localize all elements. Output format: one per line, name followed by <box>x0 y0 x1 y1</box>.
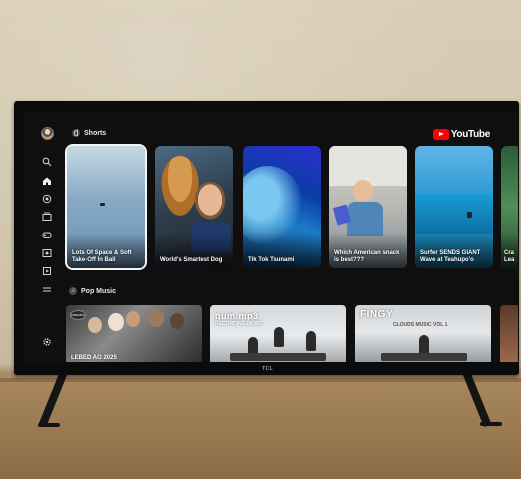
youtube-wordmark: YouTube <box>450 129 491 140</box>
short-card[interactable]: Surfer SENDS GIANT Wave at Teahupo'o <box>415 146 493 268</box>
youtube-play-icon <box>432 129 449 140</box>
gaming-icon[interactable] <box>42 230 52 240</box>
pop-music-section-header: ♫ Pop Music <box>69 287 116 295</box>
surfer-silhouette <box>100 203 105 206</box>
music-video-card[interactable]: FINGY CLOUDS MUSIC VOL 1 <box>355 305 491 362</box>
short-title: Lots Of Space & Soft Take-Off In Bali <box>72 250 132 263</box>
short-title: Surfer SENDS GIANT Wave at Teahupo'o <box>420 250 481 263</box>
sidebar <box>24 112 64 362</box>
library-icon[interactable] <box>42 266 52 276</box>
music-video-card[interactable] <box>500 305 518 362</box>
music-video-subtitle: CLOUDS MUSIC VOL 1 <box>393 322 448 328</box>
music-video-title: FINGY <box>360 309 394 320</box>
music-icon[interactable] <box>42 248 52 258</box>
short-title: Cra Lea <box>504 250 515 263</box>
short-card[interactable]: Cra Lea <box>501 146 518 268</box>
music-channel-icon: ♫ <box>69 287 77 295</box>
shorts-heading: Shorts <box>84 129 107 137</box>
search-icon[interactable] <box>42 157 52 167</box>
menu-icon[interactable] <box>42 285 52 295</box>
youtube-logo: YouTube <box>432 129 491 140</box>
music-video-title: gum.mp3 <box>215 311 259 321</box>
tv-brand-logo: TCL <box>262 366 274 372</box>
short-card[interactable]: Which American snack is best??? <box>329 146 407 268</box>
event-badge: FRIENDS <box>70 310 86 320</box>
home-icon[interactable] <box>42 176 52 186</box>
subscriptions-icon[interactable] <box>42 212 52 222</box>
kid-thumbnail <box>353 180 373 202</box>
tv-stand-left-foot <box>38 423 60 427</box>
account-avatar[interactable] <box>41 127 54 140</box>
shorts-logo-icon <box>72 129 80 137</box>
crowd-thumbnail <box>108 313 124 331</box>
short-title: Tik Tok Tsunami <box>248 257 295 263</box>
youtube-tv-screen: Shorts YouTube Lots Of Space & Soft Take… <box>24 112 518 362</box>
shorts-icon[interactable] <box>42 194 52 204</box>
floor <box>0 378 521 479</box>
music-video-card[interactable]: gum.mp3 RECORDING MUSIC <box>210 305 346 362</box>
dj-desk <box>230 353 326 361</box>
short-card[interactable]: Lots Of Space & Soft Take-Off In Bali <box>65 144 147 270</box>
music-video-title: LEBED AG 2025 <box>71 355 117 361</box>
tv-stand-right-foot <box>480 422 502 426</box>
settings-icon[interactable] <box>42 337 52 347</box>
short-title: World's Smartest Dog <box>160 257 223 263</box>
short-title: Which American snack is best??? <box>334 250 400 263</box>
music-video-card[interactable]: FRIENDS LEBED AG 2025 <box>66 305 202 362</box>
presenter-thumbnail <box>193 182 227 222</box>
short-card[interactable]: Tik Tok Tsunami <box>243 146 321 268</box>
shorts-section-header: Shorts <box>72 129 106 137</box>
dj-desk <box>381 353 467 361</box>
music-video-subtitle: RECORDING MUSIC <box>215 321 264 327</box>
surfer-silhouette <box>467 212 472 218</box>
short-card[interactable]: World's Smartest Dog <box>155 146 233 268</box>
pop-music-heading: Pop Music <box>81 287 117 295</box>
